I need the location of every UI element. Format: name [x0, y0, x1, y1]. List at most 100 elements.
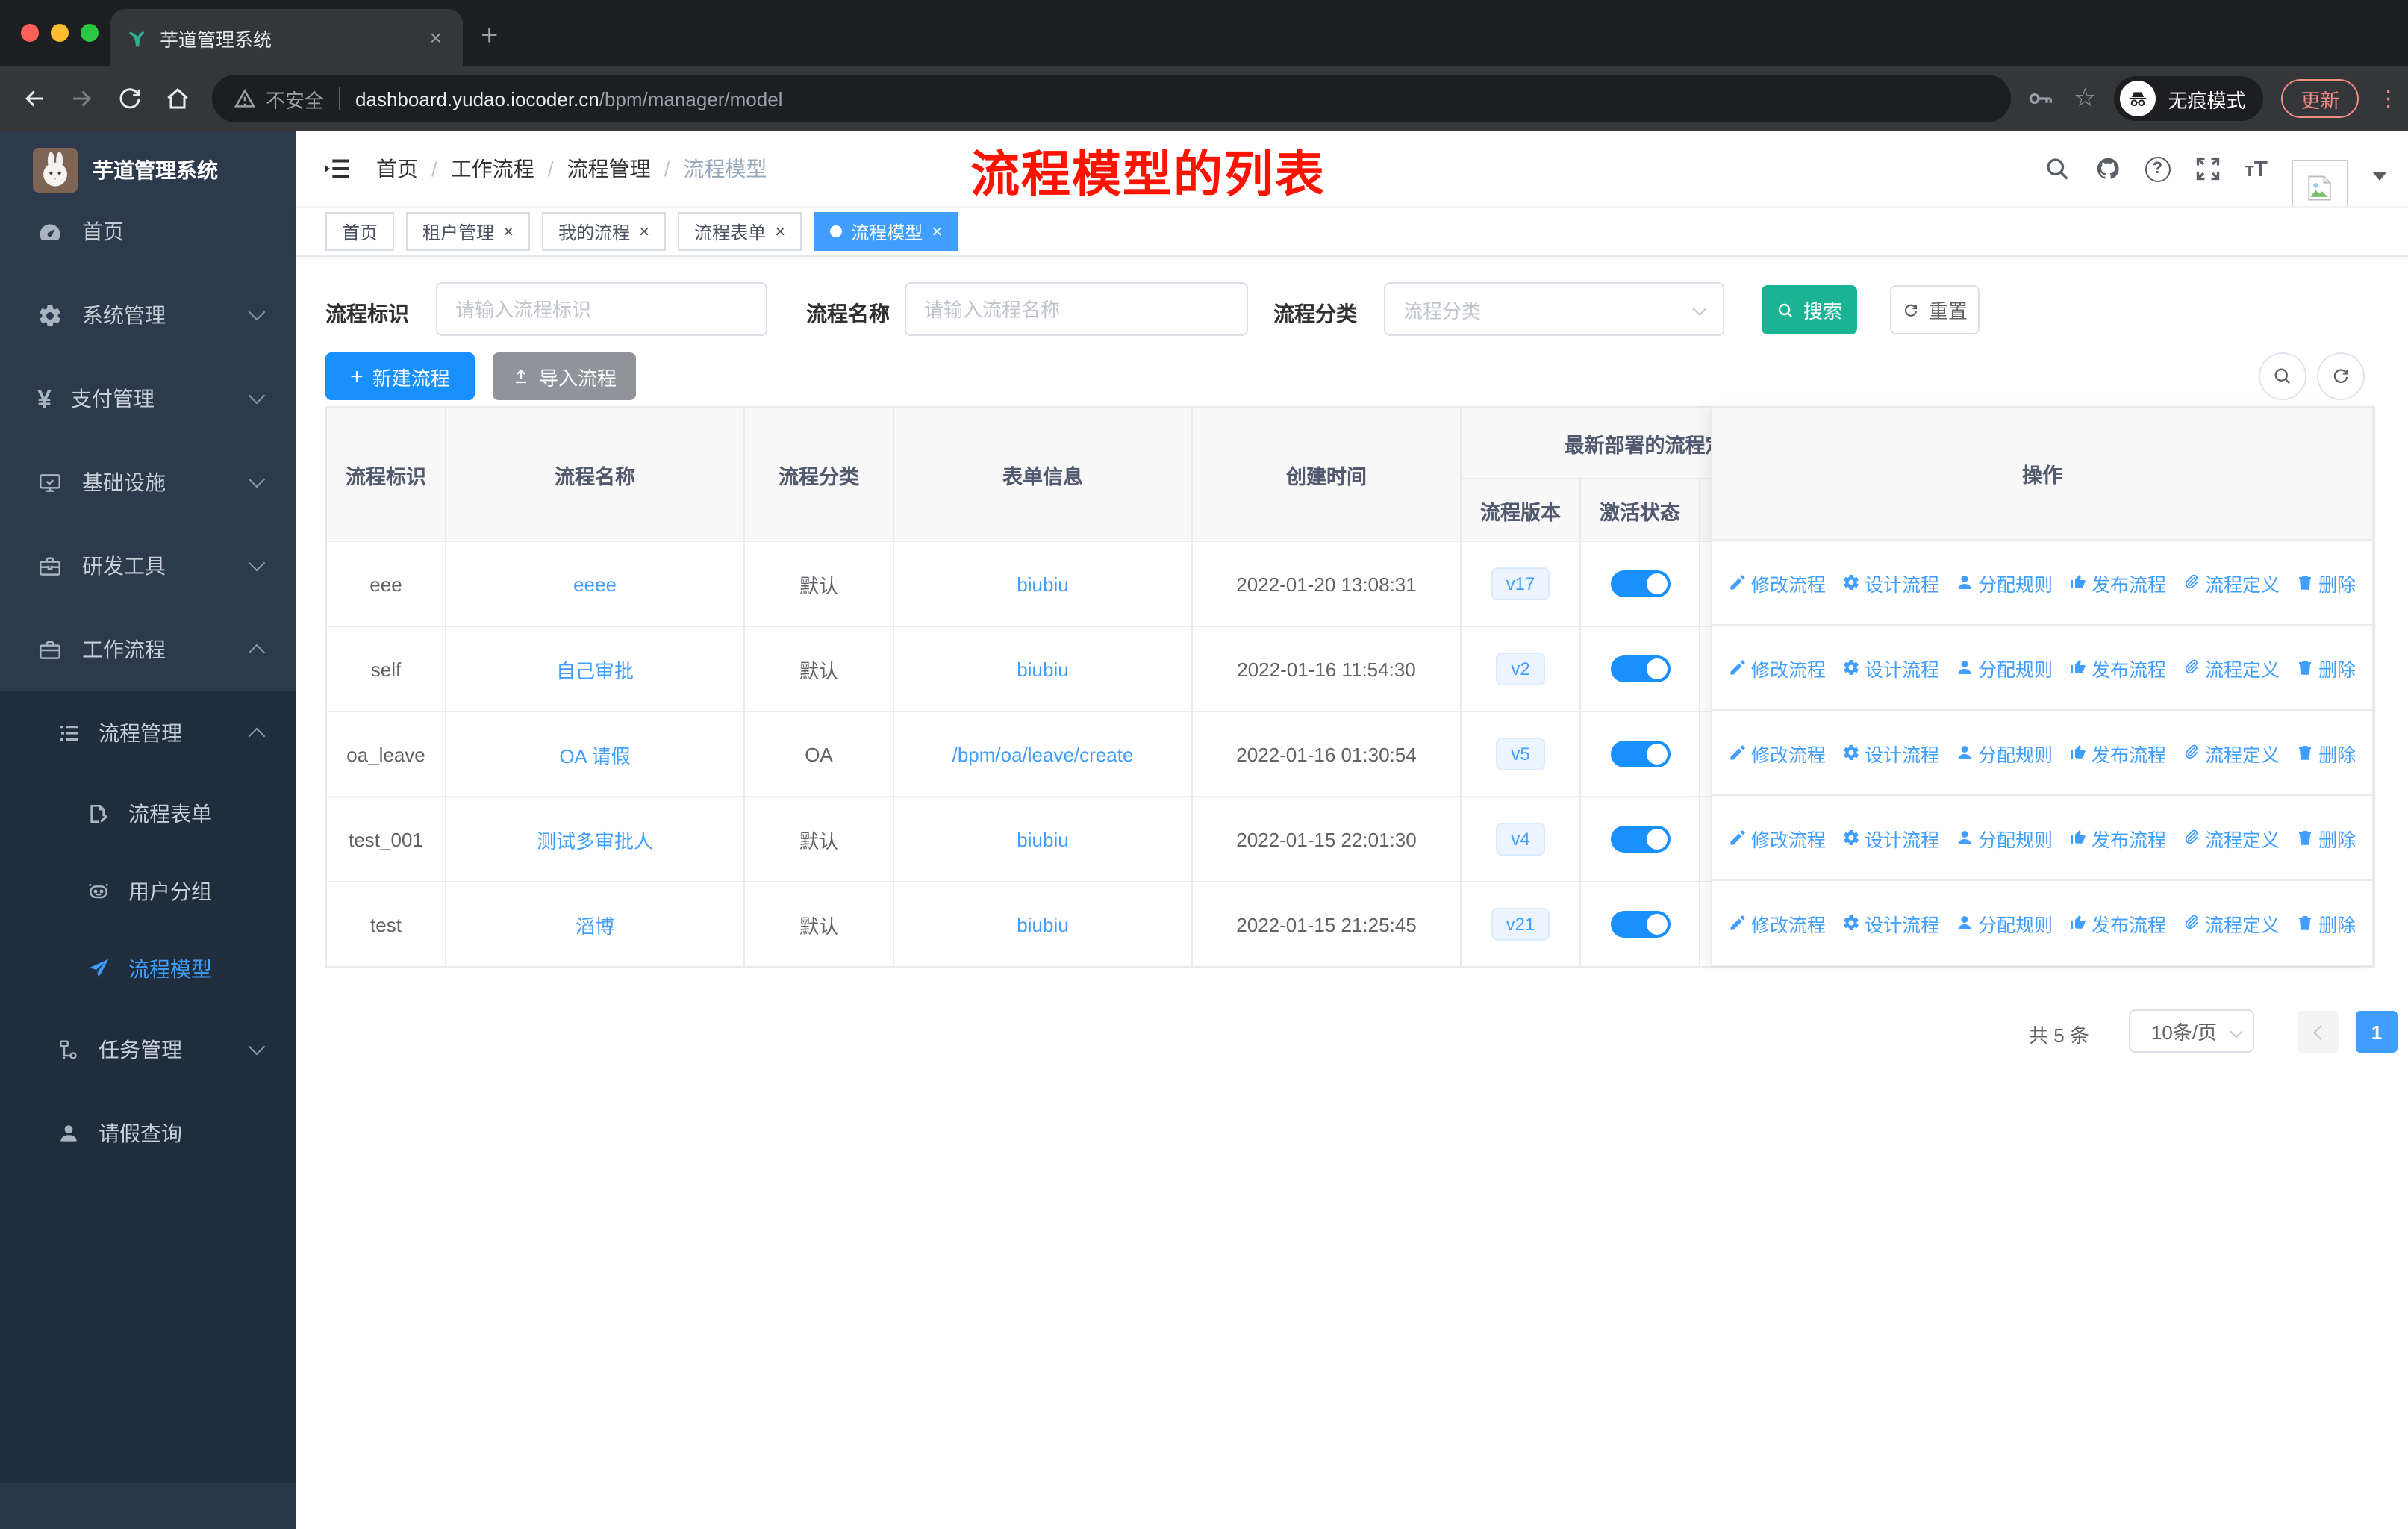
active-toggle[interactable]: [1610, 911, 1670, 938]
fullscreen-icon[interactable]: [2194, 155, 2221, 182]
op-publish-process[interactable]: 发布流程: [2069, 568, 2166, 597]
op-process-definition[interactable]: 流程定义: [2183, 568, 2280, 597]
op-modify-process[interactable]: 修改流程: [1729, 738, 1826, 767]
tag-close-icon[interactable]: ×: [932, 221, 942, 242]
op-delete[interactable]: 删除: [2296, 909, 2356, 937]
browser-tab[interactable]: 芋道管理系统 ×: [110, 9, 463, 66]
op-design-process[interactable]: 设计流程: [1842, 568, 1939, 597]
active-toggle[interactable]: [1610, 655, 1670, 682]
op-publish-process[interactable]: 发布流程: [2069, 738, 2166, 767]
tag-tenant[interactable]: 租户管理 ×: [406, 212, 531, 251]
op-publish-process[interactable]: 发布流程: [2069, 823, 2166, 852]
tab-close-icon[interactable]: ×: [424, 25, 448, 49]
process-name-input[interactable]: [905, 282, 1248, 336]
tag-close-icon[interactable]: ×: [503, 221, 514, 242]
breadcrumb-item[interactable]: 工作流程: [451, 154, 534, 184]
sidebar-item-process-form[interactable]: 流程表单: [0, 775, 296, 853]
home-icon[interactable]: [164, 85, 191, 112]
form-info-link[interactable]: biubiu: [1017, 573, 1068, 595]
sidebar-item-process-management[interactable]: 流程管理: [0, 691, 296, 775]
op-process-definition[interactable]: 流程定义: [2183, 653, 2280, 682]
form-info-link[interactable]: biubiu: [1017, 658, 1068, 680]
op-modify-process[interactable]: 修改流程: [1729, 823, 1826, 852]
github-icon[interactable]: [2094, 155, 2121, 182]
forward-icon[interactable]: [69, 85, 96, 112]
op-modify-process[interactable]: 修改流程: [1729, 568, 1826, 597]
key-icon[interactable]: [2026, 84, 2056, 113]
new-tab-button[interactable]: +: [481, 15, 498, 57]
tag-close-icon[interactable]: ×: [639, 221, 649, 242]
op-assign-rule[interactable]: 分配规则: [1956, 568, 2053, 597]
op-process-definition[interactable]: 流程定义: [2183, 823, 2280, 852]
tag-process-model[interactable]: 流程模型 ×: [814, 212, 959, 251]
op-design-process[interactable]: 设计流程: [1842, 653, 1939, 682]
op-design-process[interactable]: 设计流程: [1842, 909, 1939, 937]
back-icon[interactable]: [21, 85, 48, 112]
op-delete[interactable]: 删除: [2296, 568, 2356, 597]
address-bar[interactable]: 不安全 dashboard.yudao.iocoder.cn/bpm/manag…: [212, 75, 2011, 122]
op-process-definition[interactable]: 流程定义: [2183, 909, 2280, 937]
op-delete[interactable]: 删除: [2296, 653, 2356, 682]
form-info-link[interactable]: biubiu: [1017, 913, 1068, 935]
breadcrumb-item[interactable]: 流程管理: [567, 154, 651, 184]
browser-menu-icon[interactable]: ⋮: [2377, 85, 2400, 112]
sidebar-item-home[interactable]: 首页: [0, 190, 296, 273]
category-select[interactable]: 流程分类: [1384, 282, 1724, 336]
tag-my-process[interactable]: 我的流程 ×: [542, 212, 667, 251]
window-zoom-button[interactable]: [81, 24, 99, 42]
help-icon[interactable]: ?: [2145, 156, 2171, 181]
bookmark-star-icon[interactable]: ☆: [2074, 84, 2097, 113]
form-info-link[interactable]: biubiu: [1017, 828, 1068, 850]
process-name-link[interactable]: eeee: [573, 573, 617, 595]
op-publish-process[interactable]: 发布流程: [2069, 653, 2166, 682]
active-toggle[interactable]: [1610, 570, 1670, 597]
refresh-button[interactable]: [2317, 352, 2365, 400]
tag-home[interactable]: 首页: [325, 212, 395, 251]
op-publish-process[interactable]: 发布流程: [2069, 909, 2166, 937]
reload-icon[interactable]: [116, 85, 143, 112]
sidebar-item-user-group[interactable]: 用户分组: [0, 853, 296, 930]
window-minimize-button[interactable]: [51, 24, 69, 42]
create-process-button[interactable]: + 新建流程: [325, 352, 475, 400]
breadcrumb-item[interactable]: 首页: [376, 154, 418, 184]
font-size-icon[interactable]: TT: [2245, 156, 2268, 181]
reset-button[interactable]: 重置: [1890, 285, 1980, 334]
chevron-down-icon[interactable]: [2372, 172, 2387, 181]
sidebar-item-devtools[interactable]: 研发工具: [0, 524, 296, 608]
sidebar-item-infrastructure[interactable]: 基础设施: [0, 440, 296, 524]
process-name-link[interactable]: 测试多审批人: [537, 829, 653, 852]
active-toggle[interactable]: [1610, 741, 1670, 767]
tag-close-icon[interactable]: ×: [775, 221, 785, 242]
page-size-select[interactable]: 10条/页: [2129, 1009, 2254, 1053]
op-delete[interactable]: 删除: [2296, 738, 2356, 767]
process-name-link[interactable]: OA 请假: [559, 744, 630, 767]
op-assign-rule[interactable]: 分配规则: [1956, 653, 2053, 682]
search-icon[interactable]: [2043, 155, 2070, 182]
window-close-button[interactable]: [21, 24, 39, 42]
op-assign-rule[interactable]: 分配规则: [1956, 738, 2053, 767]
update-button[interactable]: 更新: [2281, 79, 2359, 118]
op-design-process[interactable]: 设计流程: [1842, 823, 1939, 852]
op-modify-process[interactable]: 修改流程: [1729, 653, 1826, 682]
op-process-definition[interactable]: 流程定义: [2183, 738, 2280, 767]
import-process-button[interactable]: 导入流程: [493, 352, 636, 400]
search-button[interactable]: 搜索: [1762, 285, 1857, 334]
sidebar-item-workflow[interactable]: 工作流程: [0, 608, 296, 691]
form-info-link[interactable]: /bpm/oa/leave/create: [952, 743, 1134, 765]
sidebar-item-payment[interactable]: ¥ 支付管理: [0, 357, 296, 440]
op-design-process[interactable]: 设计流程: [1842, 738, 1939, 767]
prev-page-button[interactable]: [2298, 1011, 2339, 1053]
op-assign-rule[interactable]: 分配规则: [1956, 909, 2053, 937]
sidebar-item-task-management[interactable]: 任务管理: [0, 1008, 296, 1092]
tag-process-form[interactable]: 流程表单 ×: [678, 212, 802, 251]
current-page-button[interactable]: 1: [2356, 1011, 2398, 1053]
op-assign-rule[interactable]: 分配规则: [1956, 823, 2053, 852]
sidebar-item-leave-query[interactable]: 请假查询: [0, 1092, 296, 1175]
process-name-link[interactable]: 滔博: [576, 915, 614, 937]
show-search-button[interactable]: [2259, 352, 2306, 400]
op-delete[interactable]: 删除: [2296, 823, 2356, 852]
process-name-link[interactable]: 自己审批: [556, 659, 634, 682]
collapse-menu-icon[interactable]: [322, 154, 352, 184]
op-modify-process[interactable]: 修改流程: [1729, 909, 1826, 937]
active-toggle[interactable]: [1610, 826, 1670, 853]
